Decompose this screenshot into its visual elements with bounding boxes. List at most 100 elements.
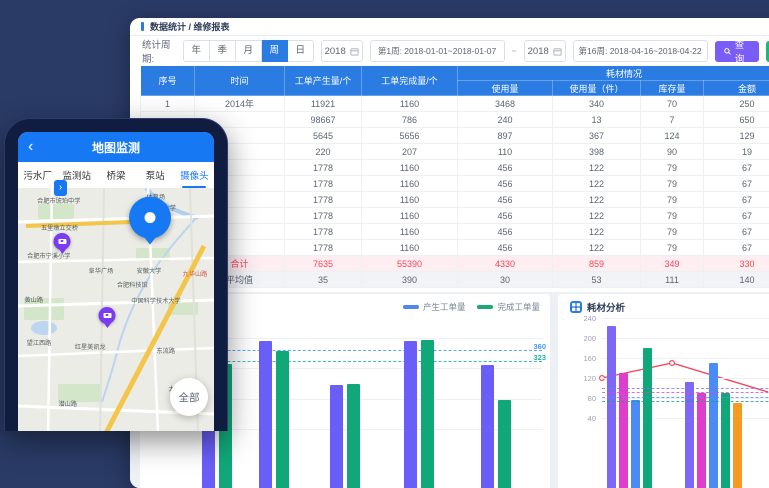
breadcrumb-bar: 数据统计 / 维修报表	[130, 18, 769, 36]
table-cell: 456	[458, 224, 553, 240]
table-cell: 70	[641, 96, 704, 112]
table-cell: 456	[458, 160, 553, 176]
show-all-button[interactable]: 全部	[170, 378, 208, 416]
table-cell: 5645	[285, 128, 362, 144]
breadcrumb-accent	[141, 22, 144, 31]
table-cell: 349	[641, 256, 704, 272]
phone-page-title: 地图监测	[92, 139, 140, 156]
sub-column-header: 使用量（件）	[553, 81, 641, 96]
camera-pin-marker[interactable]	[54, 233, 71, 250]
selected-location-pin[interactable]	[129, 197, 171, 239]
year-from-select[interactable]: 2018	[321, 40, 363, 62]
expand-panel-button[interactable]: ›	[54, 180, 67, 196]
table-cell: 110	[458, 144, 553, 160]
sub-column-header: 库存量	[641, 81, 704, 96]
table-cell: 456	[458, 240, 553, 256]
table-cell: 390	[362, 272, 458, 288]
period-option[interactable]: 季	[210, 40, 236, 62]
table-cell: 859	[553, 256, 641, 272]
table-row: 177811604561227967	[141, 240, 769, 256]
table-cell: 7635	[285, 256, 362, 272]
table-cell: 330	[704, 256, 769, 272]
chart-legend: 产生工单量完成工单量	[403, 301, 540, 313]
period-option[interactable]: 月	[236, 40, 262, 62]
tab-污水厂[interactable]: 污水厂	[18, 162, 57, 188]
search-button[interactable]: 查询	[715, 41, 760, 62]
table-cell: 35	[285, 272, 362, 288]
average-refline	[602, 392, 769, 393]
average-refline	[602, 388, 769, 389]
table-cell: 340	[553, 96, 641, 112]
tab-摄像头[interactable]: 摄像头	[175, 162, 214, 188]
table-row: 177811604561227967	[141, 160, 769, 176]
bar-完成工单量	[498, 400, 511, 488]
sub-column-header: 金额	[704, 81, 769, 96]
table-cell: 98667	[285, 112, 362, 128]
period-option[interactable]: 年	[183, 40, 210, 62]
table-cell: 67	[704, 208, 769, 224]
period-option[interactable]: 日	[288, 40, 314, 62]
table-cell: 1778	[285, 224, 362, 240]
average-refline	[602, 401, 769, 402]
table-cell: 1160	[362, 96, 458, 112]
bar-完成工单量	[421, 340, 434, 488]
y-axis-tick: 240	[566, 314, 596, 323]
avg-row: 平均值353903053111140	[141, 272, 769, 288]
table-body: 12014年1192111603468340702509866778624013…	[141, 96, 769, 288]
legend-label: 完成工单量	[497, 301, 540, 313]
table-row: 177811604561227967	[141, 224, 769, 240]
table-cell: 67	[704, 192, 769, 208]
bar-产生工单量	[481, 365, 494, 488]
week-to-input[interactable]: 第16周: 2018-04-16~2018-04-22	[573, 40, 708, 62]
bar-consumable	[631, 400, 640, 488]
table-cell: 1778	[285, 160, 362, 176]
map-label: 望江西路	[27, 337, 52, 347]
table-row: 177811604561227967	[141, 176, 769, 192]
table-row: 56455656897367124129	[141, 128, 769, 144]
map-label: 合肥市琥珀中学	[37, 195, 80, 205]
back-icon[interactable]: ‹	[28, 135, 33, 159]
table-cell: 1778	[285, 240, 362, 256]
chart-title: 耗材分析	[587, 300, 625, 314]
bar-完成工单量	[347, 384, 360, 488]
period-option[interactable]: 周	[262, 40, 288, 62]
calendar-icon	[553, 47, 562, 56]
table-cell: 5656	[362, 128, 458, 144]
table-cell: 122	[553, 176, 641, 192]
chart-title-row: 耗材分析	[570, 300, 625, 314]
group-header: 耗材情况	[458, 66, 769, 81]
y-axis-tick: 200	[566, 334, 596, 343]
gridline	[602, 338, 769, 339]
y-axis-tick: 40	[566, 414, 596, 423]
camera-icon	[58, 239, 66, 244]
search-icon	[724, 47, 731, 56]
table-cell: 1160	[362, 208, 458, 224]
map-view[interactable]: 合肥市琥珀中学体育场安徽农业大学五里墩立交桥合肥市宁溪小学阜华广场安徽大学合肥科…	[18, 188, 214, 431]
table-cell: 240	[458, 112, 553, 128]
table-cell: 55390	[362, 256, 458, 272]
map-label: 五里墩立交桥	[41, 222, 78, 232]
table-row: 98667786240137650	[141, 112, 769, 128]
year-to-select[interactable]: 2018	[524, 40, 566, 62]
week-from-input[interactable]: 第1周: 2018-01-01~2018-01-07	[370, 40, 505, 62]
table-cell: 1778	[285, 192, 362, 208]
y-axis-tick: 80	[566, 394, 596, 403]
table-header: 序号时间工单产生量/个工单完成量/个耗材情况使用量使用量（件）库存量金额	[141, 66, 769, 96]
table-cell: 367	[553, 128, 641, 144]
bar-consumable	[643, 348, 652, 488]
table-cell: 67	[704, 224, 769, 240]
map-label: 九华山路	[183, 268, 208, 278]
consumables-chart-card: 耗材分析 2402001601208040	[558, 294, 769, 488]
camera-pin-marker[interactable]	[99, 307, 116, 324]
tab-泵站[interactable]: 泵站	[136, 162, 175, 188]
table-cell: 79	[641, 160, 704, 176]
average-refline	[602, 397, 769, 398]
table-cell: 1	[141, 96, 195, 112]
bar-consumable	[733, 403, 742, 488]
table-cell: 30	[458, 272, 553, 288]
bar-产生工单量	[330, 385, 343, 488]
table-cell: 7	[641, 112, 704, 128]
tab-桥梁[interactable]: 桥梁	[96, 162, 135, 188]
table-cell: 67	[704, 176, 769, 192]
period-segmented-control: 年季月周日	[183, 40, 314, 62]
